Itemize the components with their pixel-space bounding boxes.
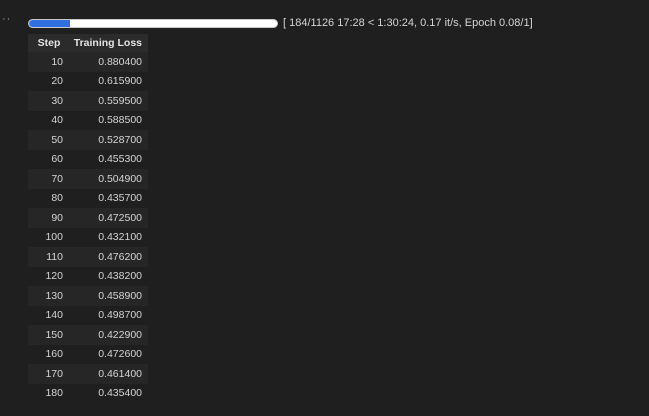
cell-training-loss: 0.528700: [66, 130, 148, 150]
table-row: 90 0.472500: [28, 208, 148, 228]
table-header-row: Step Training Loss: [28, 34, 148, 52]
cell-step: 180: [28, 383, 66, 403]
progress-status-text: [ 184/1126 17:28 < 1:30:24, 0.17 it/s, E…: [283, 17, 533, 29]
cell-step: 110: [28, 247, 66, 267]
cell-step: 60: [28, 149, 66, 169]
cell-training-loss: 0.615900: [66, 71, 148, 91]
cell-step: 90: [28, 208, 66, 228]
cell-step: 150: [28, 325, 66, 345]
cell-training-loss: 0.472600: [66, 344, 148, 364]
cell-training-loss: 0.880400: [66, 52, 148, 72]
training-progress: [ 184/1126 17:28 < 1:30:24, 0.17 it/s, E…: [28, 17, 533, 29]
column-header-training-loss: Training Loss: [66, 34, 148, 52]
table-row: 10 0.880400: [28, 52, 148, 72]
cell-step: 10: [28, 52, 66, 72]
cell-step: 130: [28, 286, 66, 306]
table-row: 80 0.435700: [28, 188, 148, 208]
table-row: 20 0.615900: [28, 71, 148, 91]
table-row: 100 0.432100: [28, 227, 148, 247]
cell-step: 170: [28, 364, 66, 384]
table-row: 140 0.498700: [28, 305, 148, 325]
training-log-table: Step Training Loss 10 0.880400 20 0.615900 3…: [28, 34, 148, 403]
table-row: 30 0.559500: [28, 91, 148, 111]
cell-step: 120: [28, 266, 66, 286]
table-row: 60 0.455300: [28, 149, 148, 169]
cell-training-loss: 0.422900: [66, 325, 148, 345]
cell-training-loss: 0.559500: [66, 91, 148, 111]
cell-step: 140: [28, 305, 66, 325]
table-row: 120 0.438200: [28, 266, 148, 286]
table-row: 40 0.588500: [28, 110, 148, 130]
table-row: 70 0.504900: [28, 169, 148, 189]
cell-training-loss: 0.435400: [66, 383, 148, 403]
cell-training-loss: 0.435700: [66, 188, 148, 208]
cell-training-loss: 0.438200: [66, 266, 148, 286]
table-row: 170 0.461400: [28, 364, 148, 384]
table-body: 10 0.880400 20 0.615900 30 0.559500 40 0.588500…: [28, 52, 148, 403]
column-header-step: Step: [28, 34, 66, 52]
table-row: 110 0.476200: [28, 247, 148, 267]
cell-training-loss: 0.504900: [66, 169, 148, 189]
cell-step: 20: [28, 71, 66, 91]
cell-training-loss: 0.458900: [66, 286, 148, 306]
cell-training-loss: 0.476200: [66, 247, 148, 267]
cell-step: 70: [28, 169, 66, 189]
table-row: 180 0.435400: [28, 383, 148, 403]
cell-step: 80: [28, 188, 66, 208]
cell-gutter-menu[interactable]: ··: [2, 14, 11, 25]
cell-training-loss: 0.498700: [66, 305, 148, 325]
cell-step: 160: [28, 344, 66, 364]
progress-bar: [28, 18, 278, 28]
cell-training-loss: 0.455300: [66, 149, 148, 169]
table-row: 150 0.422900: [28, 325, 148, 345]
cell-step: 100: [28, 227, 66, 247]
progress-bar-fill: [29, 19, 70, 27]
cell-step: 30: [28, 91, 66, 111]
cell-training-loss: 0.588500: [66, 110, 148, 130]
table-row: 50 0.528700: [28, 130, 148, 150]
cell-training-loss: 0.472500: [66, 208, 148, 228]
cell-training-loss: 0.432100: [66, 227, 148, 247]
cell-training-loss: 0.461400: [66, 364, 148, 384]
table-row: 130 0.458900: [28, 286, 148, 306]
table-row: 160 0.472600: [28, 344, 148, 364]
cell-step: 40: [28, 110, 66, 130]
cell-step: 50: [28, 130, 66, 150]
